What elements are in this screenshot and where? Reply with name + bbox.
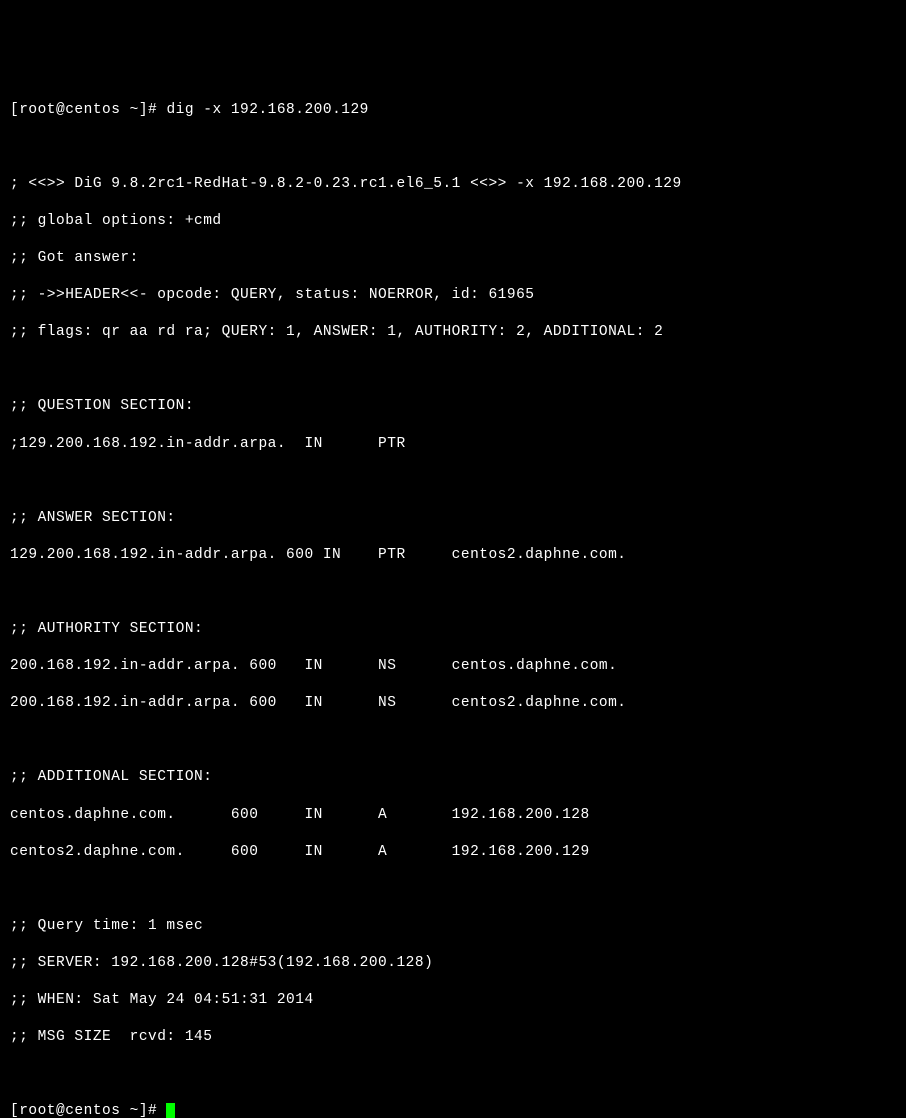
active-prompt-line[interactable]: [root@centos ~]# [10, 1102, 896, 1118]
output-line [10, 472, 896, 491]
entered-command: dig -x 192.168.200.129 [166, 102, 368, 118]
output-line [10, 360, 896, 379]
output-line: ;; global options: +cmd [10, 212, 896, 231]
output-line [10, 138, 896, 157]
authority-section-header: ;; AUTHORITY SECTION: [10, 620, 896, 639]
output-line: ;; flags: qr aa rd ra; QUERY: 1, ANSWER:… [10, 323, 896, 342]
server-line: ;; SERVER: 192.168.200.128#53(192.168.20… [10, 954, 896, 973]
output-line: centos.daphne.com. 600 IN A 192.168.200.… [10, 806, 896, 825]
output-line: 129.200.168.192.in-addr.arpa. 600 IN PTR… [10, 546, 896, 565]
query-time-line: ;; Query time: 1 msec [10, 917, 896, 936]
prompt-command-line: [root@centos ~]# dig -x 192.168.200.129 [10, 101, 896, 120]
shell-prompt: [root@centos ~]# [10, 1103, 166, 1118]
question-section-header: ;; QUESTION SECTION: [10, 397, 896, 416]
output-line: ;; ->>HEADER<<- opcode: QUERY, status: N… [10, 286, 896, 305]
output-line: ;; Got answer: [10, 249, 896, 268]
terminal-output[interactable]: [root@centos ~]# dig -x 192.168.200.129 … [10, 82, 896, 1118]
output-line: ;129.200.168.192.in-addr.arpa. IN PTR [10, 435, 896, 454]
output-line [10, 1065, 896, 1084]
cursor-icon [166, 1103, 175, 1118]
msg-size-line: ;; MSG SIZE rcvd: 145 [10, 1028, 896, 1047]
answer-section-header: ;; ANSWER SECTION: [10, 509, 896, 528]
additional-section-header: ;; ADDITIONAL SECTION: [10, 768, 896, 787]
when-line: ;; WHEN: Sat May 24 04:51:31 2014 [10, 991, 896, 1010]
output-line: ; <<>> DiG 9.8.2rc1-RedHat-9.8.2-0.23.rc… [10, 175, 896, 194]
output-line [10, 880, 896, 899]
output-line: 200.168.192.in-addr.arpa. 600 IN NS cent… [10, 657, 896, 676]
output-line [10, 731, 896, 750]
output-line: 200.168.192.in-addr.arpa. 600 IN NS cent… [10, 694, 896, 713]
shell-prompt: [root@centos ~]# [10, 102, 166, 118]
output-line: centos2.daphne.com. 600 IN A 192.168.200… [10, 843, 896, 862]
output-line [10, 583, 896, 602]
